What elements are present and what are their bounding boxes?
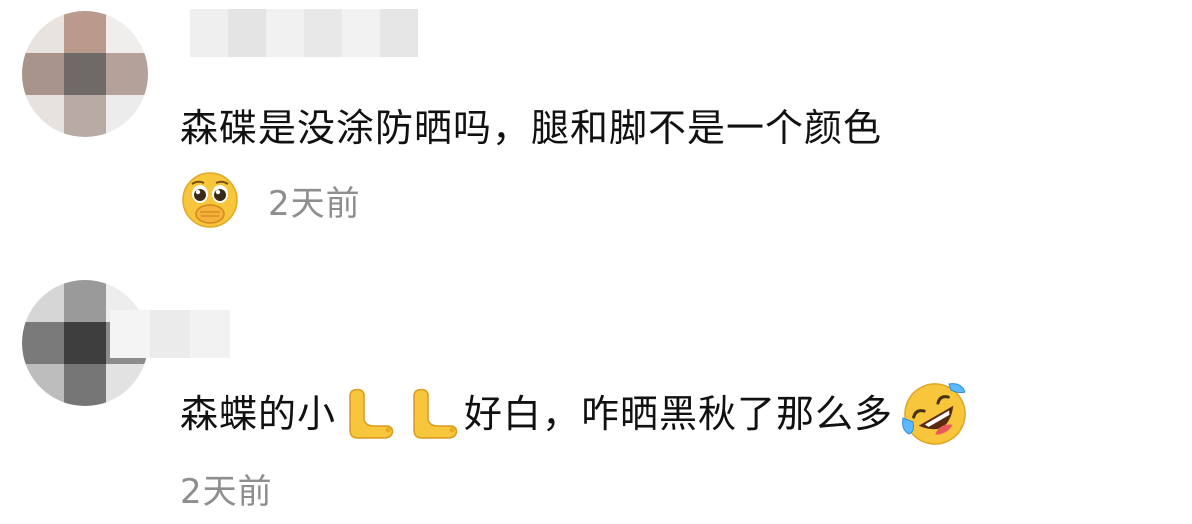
foot-icon — [340, 386, 396, 442]
comment-list: 森碟是没涂防晒吗，腿和脚不是一个颜色 2天前 森蝶的小 好白，咋晒黑秋了那么多 … — [0, 0, 1192, 524]
username-pixelated[interactable] — [190, 9, 418, 57]
comment-meta: 2天前 — [180, 462, 273, 514]
comment-text: 森碟是没涂防晒吗，腿和脚不是一个颜色 — [180, 102, 882, 154]
timestamp: 2天前 — [268, 183, 361, 224]
comment-text-before: 森蝶的小 — [180, 392, 337, 436]
comment-item: 森碟是没涂防晒吗，腿和脚不是一个颜色 2天前 — [0, 0, 1192, 262]
comment-meta: 2天前 — [180, 170, 361, 230]
timestamp: 2天前 — [180, 471, 273, 512]
comment-text: 森蝶的小 好白，咋晒黑秋了那么多 — [180, 378, 971, 450]
pleading-face-hands-over-mouth-icon — [180, 170, 240, 230]
foot-icon — [404, 386, 460, 442]
comment-text-after: 好白，咋晒黑秋了那么多 — [464, 392, 894, 436]
username-pixelated[interactable] — [110, 310, 230, 358]
comment-item: 森蝶的小 好白，咋晒黑秋了那么多 2天前 — [0, 262, 1192, 524]
avatar[interactable] — [22, 11, 148, 137]
comment-text-content: 森碟是没涂防晒吗，腿和脚不是一个颜色 — [180, 106, 883, 150]
rolling-on-floor-laughing-icon — [899, 378, 971, 450]
